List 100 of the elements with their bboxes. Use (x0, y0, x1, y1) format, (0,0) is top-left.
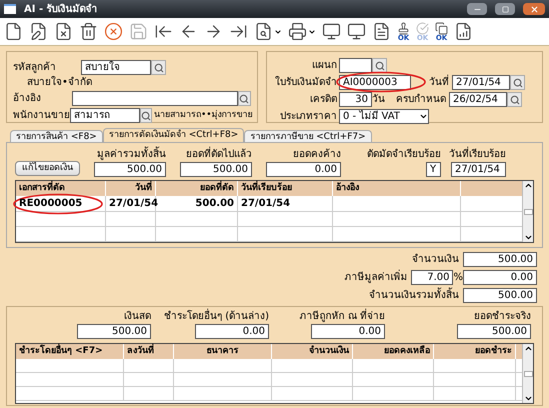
input-field[interactable]: สบายใจ (81, 60, 151, 75)
window-icon (4, 4, 16, 14)
field-label: จำนวนเงิน (412, 252, 459, 267)
close-button[interactable] (523, 3, 545, 15)
scroll-down-icon[interactable] (524, 394, 532, 403)
input-field[interactable]: 500.00 (463, 252, 537, 267)
column-header: เอกสารที่ตัด (16, 181, 106, 196)
field-label: รหัสลูกค้า (13, 60, 57, 75)
table-cell: 27/01/54 (238, 196, 333, 211)
new-document-icon (4, 22, 23, 41)
column-header: อ้างอิง (333, 181, 461, 196)
input-field[interactable]: 27/01/54 (451, 162, 506, 177)
input-field[interactable]: 0.00 (195, 324, 269, 339)
field-label: ยอดที่ตัดไปแล้ว (186, 147, 252, 162)
monitor-icon (322, 22, 341, 41)
input-field[interactable]: 500.00 (77, 324, 151, 339)
search-icon[interactable] (507, 92, 522, 107)
maximize-icon (502, 6, 508, 12)
column-header: ลงวันที่ (124, 344, 174, 359)
column-header: วันที่ (106, 181, 156, 196)
document-icon (372, 22, 391, 41)
input-field[interactable]: 0.00 (463, 270, 537, 285)
search-document-icon (254, 22, 273, 41)
scroll-up-icon[interactable] (524, 181, 532, 190)
input-field[interactable] (339, 58, 372, 73)
scroll-up-icon[interactable] (524, 344, 532, 353)
printer-icon (288, 22, 307, 41)
field-label: วันที่เรียบร้อย (449, 147, 506, 162)
monitor-icon (347, 22, 366, 41)
customer-name: สบายใจ•จำกัด (26, 77, 93, 89)
check-icon (416, 22, 429, 34)
tab[interactable]: รายการสินค้า <F8> (10, 130, 103, 142)
field-label: ใบรับเงินมัดจำ (274, 75, 337, 90)
input-field[interactable]: 500.00 (180, 162, 252, 177)
input-field[interactable]: 500.00 (463, 288, 537, 303)
column-header: วันที่เรียบร้อย (238, 181, 333, 196)
salesperson-name: นายสามารถ••มุ่งการขาย (154, 108, 253, 122)
column-header: ยอดที่ตัด (156, 181, 238, 196)
field-label: วัน (372, 93, 386, 107)
field-label: ยอดคงค้าง (293, 148, 341, 162)
tab[interactable]: รายการตัดเงินมัดจำ <Ctrl+F8> (102, 128, 244, 142)
field-label: ยอดชำระจริง (474, 310, 531, 324)
input-field[interactable]: AI0000003 (339, 75, 411, 90)
column-header: ธนาคาร (174, 344, 272, 359)
input-field[interactable]: Y (426, 162, 441, 177)
search-icon[interactable] (151, 60, 166, 75)
scroll-down-icon[interactable] (524, 233, 532, 242)
input-field[interactable]: 7.00 (411, 270, 454, 285)
copy-icon (435, 22, 448, 34)
field-label: ประเภทราคา (279, 110, 337, 124)
field-label: จำนวนเงินรวมทั้งสิ้น (369, 288, 459, 303)
field-label: มูลค่ารวมทั้งสิ้น (97, 147, 166, 162)
close-icon (530, 4, 538, 14)
input-field[interactable]: 500.00 (94, 162, 166, 177)
field-label: อ้างอิง (13, 92, 42, 106)
input-field[interactable]: 0.00 (266, 162, 341, 177)
scrollbar[interactable] (522, 181, 533, 242)
scroll-thumb[interactable] (524, 370, 532, 376)
input-field[interactable]: สามารถ (70, 108, 140, 123)
column-header: ยอดคงเหลือ (353, 344, 434, 359)
save-icon (129, 22, 148, 41)
field-label: ภาษีมูลค่าเพิ่ม (344, 270, 408, 285)
input-field[interactable] (72, 91, 238, 106)
maximize-button[interactable] (495, 3, 515, 15)
caret-icon (419, 112, 428, 121)
scrollbar[interactable] (522, 344, 533, 403)
edit-amount-button[interactable]: แก้ไขยอดเงิน (15, 161, 80, 176)
input-field[interactable]: 30 (339, 92, 372, 107)
search-icon[interactable] (372, 58, 387, 73)
input-field[interactable]: 0.00 (311, 324, 385, 339)
field-label: ชำระโดยอื่นๆ (ด้านล่าง) (164, 309, 269, 324)
column-header: ชำระโดยอื่นๆ <F7> (16, 344, 124, 359)
field-label: วันที่ (411, 75, 449, 90)
field-label: ตัดมัดจำเรียบร้อย (367, 148, 441, 162)
field-label: เครดิต (309, 93, 337, 107)
input-field[interactable]: 27/01/54 (452, 75, 510, 90)
price-type-dropdown[interactable]: 0 - ไม่มี VAT (339, 109, 429, 124)
field-label: แผนก (311, 59, 337, 73)
window-title: AI - รับเงินมัดจำ (24, 2, 98, 16)
search-icon[interactable] (238, 91, 251, 106)
cancel-icon (104, 22, 123, 41)
field-label: เงินสด (124, 310, 151, 324)
field-label: ครบกำหนด (395, 92, 446, 107)
input-field[interactable]: 26/02/54 (449, 92, 507, 107)
field-label: ภาษีถูกหัก ณ ที่จ่าย (300, 309, 385, 324)
table-cell: 27/01/54 (106, 196, 156, 211)
scroll-thumb[interactable] (524, 208, 532, 214)
field-label: พนักงานขาย (13, 109, 70, 123)
report-icon (454, 22, 473, 41)
tab[interactable]: รายการภาษีขาย <Ctrl+F7> (244, 130, 372, 142)
void-document-icon (54, 22, 73, 41)
column-header: จำนวนเงิน (272, 344, 353, 359)
column-header: ยอดชำระ (434, 344, 516, 359)
search-icon[interactable] (140, 108, 152, 123)
edit-document-icon (29, 22, 48, 41)
search-icon[interactable] (510, 75, 525, 90)
input-field[interactable]: 500.00 (457, 324, 531, 339)
percent-sign: % (453, 271, 463, 285)
minimize-button[interactable] (467, 3, 487, 15)
stamp-icon (397, 22, 410, 34)
